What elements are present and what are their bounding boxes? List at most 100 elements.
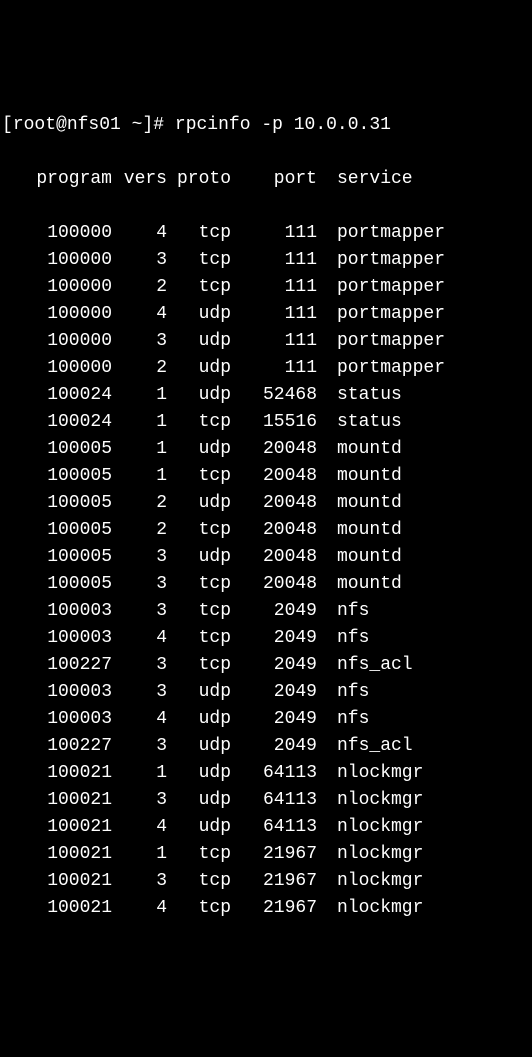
cell-service: nfs_acl: [317, 733, 413, 760]
cell-port: 2049: [237, 625, 317, 652]
cell-port: 20048: [237, 490, 317, 517]
cell-program: 100227: [2, 733, 112, 760]
cell-port: 64113: [237, 814, 317, 841]
table-row: 1000004udp111portmapper: [2, 301, 530, 328]
cell-port: 20048: [237, 463, 317, 490]
prompt-symbol: #: [153, 115, 164, 135]
cell-port: 111: [237, 220, 317, 247]
cell-vers: 1: [112, 409, 167, 436]
table-row: 1000002udp111portmapper: [2, 355, 530, 382]
table-row: 1002273udp2049nfs_acl: [2, 733, 530, 760]
cell-port: 111: [237, 355, 317, 382]
cell-proto: tcp: [167, 517, 237, 544]
cell-port: 2049: [237, 598, 317, 625]
cell-program: 100000: [2, 328, 112, 355]
cell-vers: 3: [112, 652, 167, 679]
cell-program: 100005: [2, 463, 112, 490]
cell-proto: udp: [167, 328, 237, 355]
cell-port: 111: [237, 301, 317, 328]
cell-service: mountd: [317, 463, 402, 490]
cell-vers: 4: [112, 220, 167, 247]
cell-port: 21967: [237, 841, 317, 868]
col-header-service: service: [317, 166, 413, 193]
cell-port: 20048: [237, 571, 317, 598]
cell-proto: udp: [167, 355, 237, 382]
cell-program: 100000: [2, 220, 112, 247]
cell-service: nfs: [317, 625, 369, 652]
cell-service: nlockmgr: [317, 787, 423, 814]
cell-program: 100021: [2, 868, 112, 895]
cell-service: portmapper: [317, 301, 445, 328]
cell-service: nlockmgr: [317, 841, 423, 868]
cell-vers: 2: [112, 517, 167, 544]
cell-port: 15516: [237, 409, 317, 436]
cell-service: mountd: [317, 571, 402, 598]
cell-vers: 4: [112, 814, 167, 841]
cell-vers: 3: [112, 247, 167, 274]
cell-proto: tcp: [167, 895, 237, 922]
cell-port: 2049: [237, 652, 317, 679]
cell-vers: 4: [112, 895, 167, 922]
cell-proto: tcp: [167, 841, 237, 868]
cell-program: 100000: [2, 274, 112, 301]
table-row: 1000034tcp2049nfs: [2, 625, 530, 652]
table-row: 1000053tcp20048mountd: [2, 571, 530, 598]
cell-service: mountd: [317, 490, 402, 517]
cell-vers: 1: [112, 382, 167, 409]
cell-program: 100003: [2, 679, 112, 706]
cell-vers: 4: [112, 301, 167, 328]
cell-port: 64113: [237, 787, 317, 814]
table-row: 1000052udp20048mountd: [2, 490, 530, 517]
cell-proto: tcp: [167, 868, 237, 895]
cell-proto: udp: [167, 733, 237, 760]
cell-program: 100227: [2, 652, 112, 679]
cell-proto: tcp: [167, 598, 237, 625]
cell-proto: tcp: [167, 409, 237, 436]
cell-port: 2049: [237, 706, 317, 733]
table-row: 1000052tcp20048mountd: [2, 517, 530, 544]
table-row: 1000214udp64113nlockmgr: [2, 814, 530, 841]
cell-proto: tcp: [167, 571, 237, 598]
cell-vers: 3: [112, 733, 167, 760]
cell-vers: 3: [112, 544, 167, 571]
prompt-command: rpcinfo -p 10.0.0.31: [175, 115, 391, 135]
cell-program: 100005: [2, 490, 112, 517]
col-header-proto: proto: [167, 166, 237, 193]
prompt-user-host: root@nfs01: [13, 115, 121, 135]
cell-proto: udp: [167, 436, 237, 463]
cell-service: nfs: [317, 679, 369, 706]
cell-service: portmapper: [317, 328, 445, 355]
cell-proto: tcp: [167, 220, 237, 247]
table-row: 1000004tcp111portmapper: [2, 220, 530, 247]
cell-program: 100005: [2, 571, 112, 598]
cell-vers: 3: [112, 598, 167, 625]
cell-service: mountd: [317, 517, 402, 544]
cell-program: 100021: [2, 814, 112, 841]
terminal-prompt-line[interactable]: [root@nfs01 ~]# rpcinfo -p 10.0.0.31: [2, 112, 530, 139]
table-row: 1000211tcp21967nlockmgr: [2, 841, 530, 868]
cell-service: status: [317, 382, 402, 409]
cell-service: nlockmgr: [317, 895, 423, 922]
table-row: 1000051udp20048mountd: [2, 436, 530, 463]
table-row: 1000241udp52468status: [2, 382, 530, 409]
cell-proto: udp: [167, 544, 237, 571]
cell-program: 100000: [2, 355, 112, 382]
cell-proto: udp: [167, 760, 237, 787]
cell-service: mountd: [317, 436, 402, 463]
cell-port: 2049: [237, 733, 317, 760]
cell-vers: 4: [112, 625, 167, 652]
cell-proto: tcp: [167, 274, 237, 301]
table-row: 1000003tcp111portmapper: [2, 247, 530, 274]
table-row: 1000034udp2049nfs: [2, 706, 530, 733]
cell-service: nfs: [317, 598, 369, 625]
cell-service: status: [317, 409, 402, 436]
cell-program: 100021: [2, 787, 112, 814]
prompt-cwd: ~: [132, 115, 143, 135]
col-header-port: port: [237, 166, 317, 193]
cell-proto: tcp: [167, 247, 237, 274]
cell-port: 21967: [237, 895, 317, 922]
table-row: 1000053udp20048mountd: [2, 544, 530, 571]
cell-program: 100000: [2, 247, 112, 274]
table-row: 1000214tcp21967nlockmgr: [2, 895, 530, 922]
cell-proto: tcp: [167, 652, 237, 679]
